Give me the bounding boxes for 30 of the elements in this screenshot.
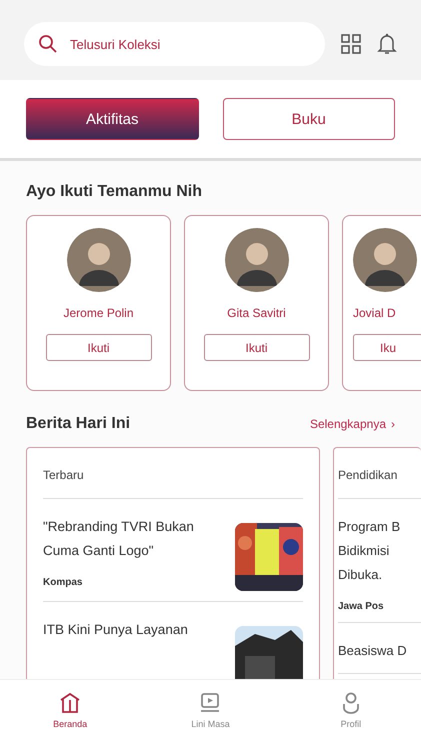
news-source: Kompas xyxy=(43,577,84,588)
news-headline[interactable]: "Rebranding TVRI Bukan Cuma Ganti Logo" xyxy=(43,515,223,563)
follow-button[interactable]: Ikuti xyxy=(46,334,152,361)
friend-name: Gita Savitri xyxy=(227,306,286,320)
see-more-link[interactable]: Selengkapnya xyxy=(310,417,386,431)
nav-item[interactable]: Lini Masa xyxy=(140,680,281,740)
news-headline[interactable]: Program B Bidikmisi Dibuka. xyxy=(338,515,421,587)
tab[interactable]: Buku xyxy=(222,98,395,140)
avatar-icon xyxy=(224,228,288,292)
nav-item[interactable]: Beranda xyxy=(0,680,140,740)
friend-name: Jerome Polin xyxy=(63,306,134,320)
follow-button[interactable]: Ikuti xyxy=(204,334,310,361)
qr-code-icon[interactable] xyxy=(341,34,361,54)
home-icon xyxy=(58,691,82,715)
chevron-icon: › xyxy=(391,417,395,431)
section-title: Berita Hari Ini xyxy=(26,415,130,433)
search-field[interactable]: Telusuri Koleksi xyxy=(24,22,325,66)
follow-button[interactable]: Iku xyxy=(353,334,421,361)
bell-icon[interactable] xyxy=(377,33,397,55)
avatar-icon xyxy=(66,228,130,292)
category-title: Terbaru xyxy=(43,448,303,499)
avatar-icon xyxy=(353,228,417,292)
category-title: Pendidikan xyxy=(338,448,421,499)
nav-item[interactable]: Profil xyxy=(280,680,421,740)
friend-name: Jovial D xyxy=(353,306,396,320)
news-headline[interactable]: ITB Kini Punya Layanan xyxy=(43,618,188,642)
tab[interactable]: Aktifitas xyxy=(26,98,198,140)
news-headline[interactable]: Beasiswa D xyxy=(338,639,407,663)
news-source: Jawa Pos xyxy=(338,601,385,612)
section-title: Ayo Ikuti Temanmu Nih xyxy=(26,183,202,200)
